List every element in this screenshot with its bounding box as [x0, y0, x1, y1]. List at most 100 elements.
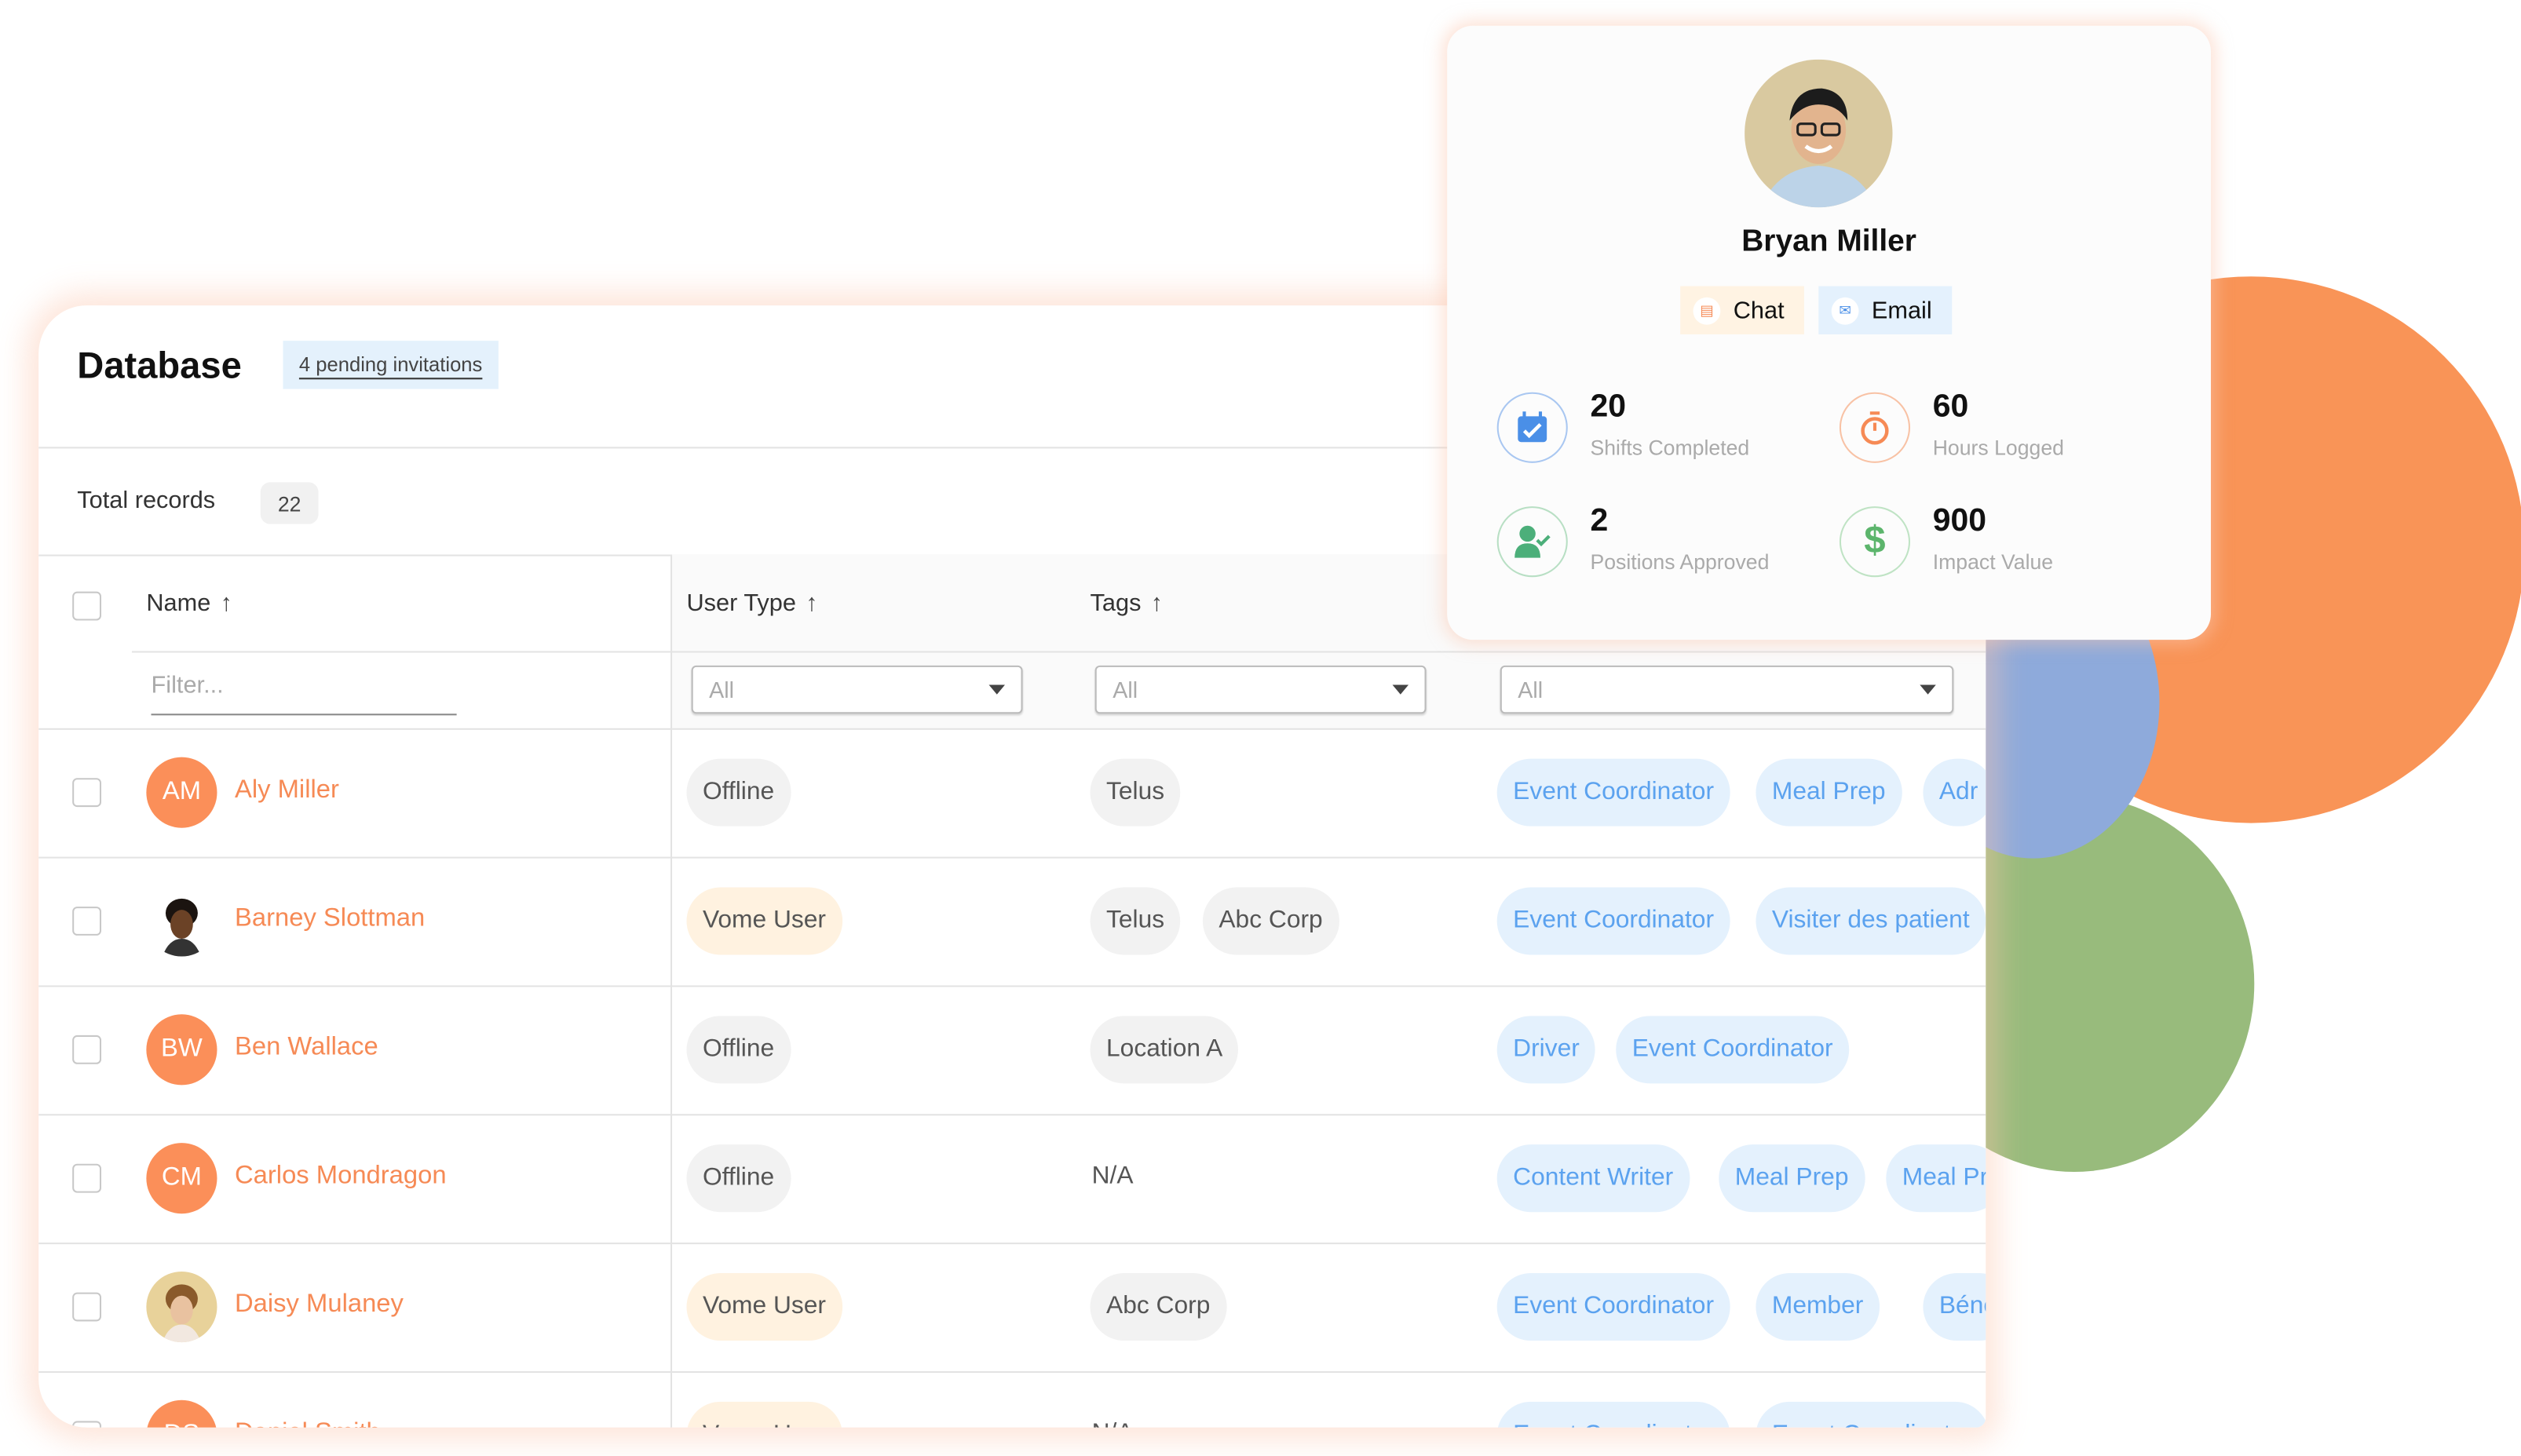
- avatar: [146, 1271, 217, 1343]
- user-name-link[interactable]: Ben Wallace: [235, 1034, 378, 1063]
- row-checkbox[interactable]: [72, 907, 102, 936]
- row-checkbox[interactable]: [72, 1292, 102, 1322]
- column-divider: [670, 554, 673, 1428]
- row-checkbox[interactable]: [72, 1035, 102, 1064]
- stat-value: 2: [1590, 503, 1609, 539]
- select-value: All: [1113, 677, 1138, 702]
- role-chip: Béné: [1923, 1273, 1986, 1341]
- column-header-user-type[interactable]: User Type ↑: [686, 590, 817, 618]
- role-chip: Event Coordinator: [1756, 1401, 1986, 1428]
- tag-chip: Telus: [1090, 887, 1181, 955]
- role-chip: Event Coordinator: [1616, 1016, 1850, 1084]
- stage: Database 4 pending invitations Total rec…: [0, 0, 2521, 1456]
- role-chip: Adr: [1923, 758, 1986, 827]
- tag-chip: Abc Corp: [1090, 1273, 1226, 1341]
- table-row[interactable]: Daisy Mulaney Vome User Abc Corp Event Coor…: [38, 1243, 1986, 1371]
- user-type-badge: Vome User: [686, 1273, 842, 1341]
- table-row[interactable]: BW Ben Wallace Offline Location A Driver Even…: [38, 985, 1986, 1114]
- chat-button[interactable]: ▤ Chat: [1680, 286, 1804, 334]
- stat-label: Positions Approved: [1590, 549, 1770, 575]
- role-chip: Event Coordinator: [1496, 758, 1730, 827]
- total-records-count: 22: [260, 482, 319, 524]
- role-chip: Event Coordinator: [1496, 1273, 1730, 1341]
- row-divider: [38, 1370, 1986, 1373]
- avatar: BW: [146, 1014, 217, 1086]
- chat-icon: ▤: [1693, 296, 1721, 324]
- role-chip: Driver: [1496, 1016, 1596, 1084]
- row-checkbox[interactable]: [72, 778, 102, 808]
- user-type-badge: Offline: [686, 1144, 791, 1213]
- select-value: All: [709, 677, 735, 702]
- tags-empty: N/A: [1092, 1419, 1134, 1427]
- stat-value: 60: [1932, 389, 1969, 425]
- table-row[interactable]: AM Aly Miller Offline Telus Event Coordinato…: [38, 728, 1986, 857]
- user-name-link[interactable]: Carlos Mondragon: [235, 1162, 447, 1191]
- stat-label: Hours Logged: [1932, 436, 2064, 460]
- pending-invitations-link[interactable]: 4 pending invitations: [283, 341, 499, 389]
- row-divider: [38, 1243, 1986, 1245]
- avatar: DS: [146, 1399, 217, 1428]
- avatar: AM: [146, 757, 217, 828]
- mail-icon: ✉: [1831, 296, 1859, 324]
- table-row[interactable]: CM Carlos Mondragon Offline N/A Content Writ…: [38, 1114, 1986, 1243]
- user-type-select[interactable]: All: [691, 665, 1023, 714]
- stat-label: Impact Value: [1932, 549, 2054, 575]
- column-label: User Type: [686, 589, 796, 618]
- row-checkbox[interactable]: [72, 1163, 102, 1193]
- caret-down-icon: [988, 684, 1005, 695]
- column-label: Name: [146, 589, 211, 618]
- profile-avatar: [1745, 59, 1893, 208]
- tags-select[interactable]: All: [1094, 665, 1427, 714]
- stat-label: Shifts Completed: [1590, 436, 1750, 460]
- stopwatch-icon: [1839, 392, 1911, 463]
- arrow-up-icon: ↑: [1150, 589, 1164, 618]
- user-type-badge: Vome User: [686, 887, 842, 955]
- table-row[interactable]: Barney Slottman Vome User Telus Abc Corp Eve…: [38, 856, 1986, 986]
- role-chip: Meal Pr: [1886, 1144, 1986, 1213]
- role-chip: Content Writer: [1496, 1144, 1690, 1213]
- roles-select[interactable]: All: [1500, 665, 1954, 714]
- profile-card: Bryan Miller ▤ Chat ✉ Email 20 Shifts Compl…: [1447, 25, 2212, 640]
- role-chip: Visiter des patient: [1756, 887, 1986, 955]
- avatar: [146, 885, 217, 957]
- calendar-check-icon: [1496, 392, 1568, 463]
- role-chip: Meal Prep: [1719, 1144, 1865, 1213]
- select-all-checkbox[interactable]: [72, 591, 102, 621]
- role-chip: Member: [1756, 1273, 1880, 1341]
- email-button[interactable]: ✉ Email: [1818, 286, 1953, 334]
- select-value: All: [1518, 677, 1544, 702]
- role-chip: Event Coordinator: [1496, 887, 1730, 955]
- user-name-link[interactable]: Aly Miller: [235, 776, 339, 805]
- role-chip: Meal Prep: [1756, 758, 1902, 827]
- row-checkbox[interactable]: [72, 1421, 102, 1428]
- tag-chip: Telus: [1090, 758, 1181, 827]
- caret-down-icon: [1392, 684, 1409, 695]
- stat-value: 20: [1590, 389, 1627, 425]
- tag-chip: Abc Corp: [1202, 887, 1339, 955]
- user-name-link[interactable]: Barney Slottman: [235, 905, 425, 934]
- pending-invitations-label: 4 pending invitations: [298, 351, 483, 379]
- tags-empty: N/A: [1091, 1162, 1134, 1190]
- column-label: Tags: [1090, 589, 1142, 618]
- row-divider: [38, 856, 1986, 859]
- user-type-badge: Offline: [686, 758, 791, 827]
- user-name-link[interactable]: Daisy Mulaney: [235, 1291, 404, 1320]
- avatar: CM: [146, 1143, 217, 1214]
- total-records-label: Total records: [77, 487, 216, 515]
- column-header-name[interactable]: Name ↑: [146, 590, 232, 618]
- name-filter-input[interactable]: Filter...: [151, 672, 457, 716]
- column-header-tags[interactable]: Tags ↑: [1091, 590, 1164, 618]
- user-name-link[interactable]: Daniel Smith: [235, 1419, 381, 1427]
- row-divider: [38, 985, 1986, 987]
- table-row[interactable]: DS Daniel Smith Vome User N/A Event Coordina…: [38, 1370, 1986, 1428]
- caret-down-icon: [1920, 684, 1936, 695]
- row-divider: [38, 1114, 1986, 1116]
- row-divider: [38, 728, 1986, 730]
- user-check-icon: [1496, 506, 1568, 578]
- arrow-up-icon: ↑: [220, 589, 232, 618]
- dollar-icon: $: [1839, 506, 1911, 578]
- user-type-badge: Vome User: [686, 1401, 842, 1428]
- chat-label: Chat: [1733, 296, 1785, 324]
- page-title: Database: [77, 344, 242, 386]
- user-type-badge: Offline: [686, 1016, 791, 1084]
